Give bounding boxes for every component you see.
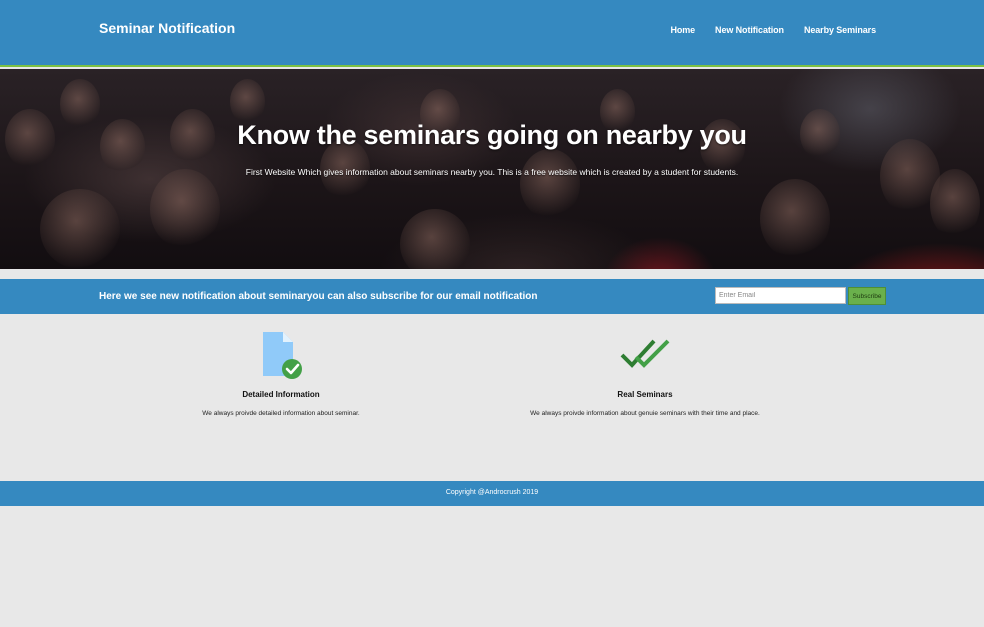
subscribe-button[interactable]: Subscribe [848, 287, 886, 305]
nav-new-notification[interactable]: New Notification [715, 25, 784, 35]
double-check-icon [620, 339, 670, 368]
hero-subtitle: First Website Which gives information ab… [245, 167, 739, 177]
subscribe-message: Here we see new notification about semin… [99, 291, 538, 302]
site-brand[interactable]: Seminar Notification [99, 20, 235, 36]
feature-description: We always proivde detailed information a… [202, 410, 360, 417]
feature-description: We always proivde information about genu… [530, 410, 760, 417]
main-nav: Home New Notification Nearby Seminars [670, 25, 876, 35]
site-header: Seminar Notification Home New Notificati… [0, 0, 984, 67]
feature-title: Real Seminars [617, 390, 673, 399]
email-input[interactable] [715, 287, 846, 304]
document-check-icon [263, 332, 302, 379]
nav-nearby-seminars[interactable]: Nearby Seminars [804, 25, 876, 35]
feature-real-seminars: Real Seminars We always proivde informat… [494, 330, 796, 417]
copyright-text: Copyright @Androcrush 2019 [445, 489, 539, 496]
feature-title: Detailed Information [242, 390, 320, 399]
site-footer: Copyright @Androcrush 2019 [0, 481, 984, 506]
subscribe-bar: Here we see new notification about semin… [0, 279, 984, 314]
feature-detailed-information: Detailed Information We always proivde d… [130, 330, 432, 417]
hero-title: Know the seminars going on nearby you [237, 120, 747, 150]
hero-banner: Know the seminars going on nearby you Fi… [0, 69, 984, 269]
nav-home[interactable]: Home [670, 25, 695, 35]
